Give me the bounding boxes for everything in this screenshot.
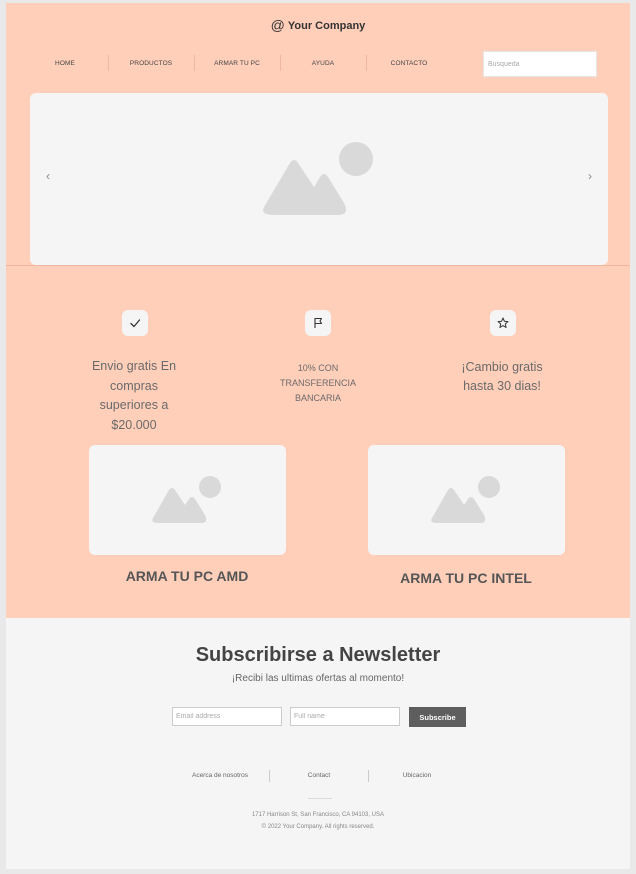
feature-free-exchange: ¡Cambio gratis hasta 30 dias! [461,360,543,393]
flag-icon [314,317,323,328]
full-name-field[interactable] [290,707,400,726]
image-placeholder-icon [431,476,500,523]
check-icon-box [122,310,148,336]
nav-divider [194,55,195,71]
nav-armar-tu-pc[interactable]: ARMAR TU PC [202,60,272,67]
feature-transfer-discount: 10% CON TRANSFERENCIA BANCARIA [279,363,356,403]
check-icon [130,319,141,328]
brand-name: Your Company [287,20,366,32]
nav-ayuda[interactable]: AYUDA [288,60,358,67]
image-placeholder-icon [263,142,373,215]
brand-logo[interactable]: @ Your Company [6,16,630,33]
nav-divider [108,55,109,71]
star-icon-box [490,310,516,336]
feature-free-shipping: Envio gratis En compras superiores a $20… [91,359,177,432]
section-divider [6,265,630,266]
footer-copyright: © 2022 Your Company. All rights reserved… [261,824,375,830]
flag-icon-box [305,310,331,336]
image-placeholder-icon [152,476,221,523]
footer-divider [368,770,369,782]
footer-address: 1717 Harrison St, San Francisco, CA 9410… [251,812,385,818]
at-icon: @ [270,17,285,33]
nav-divider [366,55,367,71]
product-image-amd[interactable] [89,445,286,555]
nav-home[interactable]: HOME [30,60,100,67]
product-title-amd[interactable]: ARMA TU PC AMD [77,568,297,584]
search-input[interactable] [483,51,597,77]
newsletter-title: Subscribirse a Newsletter [195,644,441,666]
star-icon [497,317,509,328]
nav-contacto[interactable]: CONTACTO [374,60,444,67]
footer-link-location[interactable]: Ubicacion [377,772,457,779]
email-field[interactable] [172,707,282,726]
nav-productos[interactable]: PRODUCTOS [116,60,186,67]
nav-divider [280,55,281,71]
newsletter-subtitle: ¡Recibi las ultimas ofertas al momento! [231,673,405,684]
footer-divider [269,770,270,782]
carousel-next-arrow[interactable]: › [588,169,592,183]
product-title-intel[interactable]: ARMA TU PC INTEL [356,570,576,586]
carousel-prev-arrow[interactable]: ‹ [46,169,50,183]
footer-link-about[interactable]: Acerca de nosotros [180,772,260,779]
footer-link-contact[interactable]: Contact [279,772,359,779]
footer-rule [308,798,332,799]
product-image-intel[interactable] [368,445,565,555]
hero-carousel: ‹ › [30,93,608,265]
page: @ Your Company HOME PRODUCTOS ARMAR TU PC… [6,3,630,869]
subscribe-button[interactable]: Subscribe [409,707,466,727]
